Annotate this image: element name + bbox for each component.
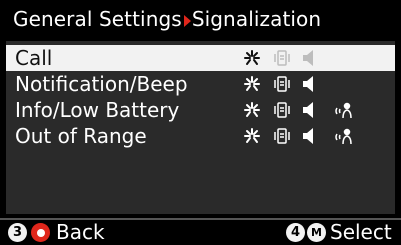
- list-item-label: Out of Range: [15, 124, 147, 148]
- voice-announcement-icon: [334, 100, 354, 120]
- light-flash-icon: [242, 74, 262, 94]
- vibration-icon: [272, 74, 292, 94]
- list-item-call[interactable]: Call: [6, 45, 395, 71]
- light-flash-icon: [242, 126, 262, 146]
- light-flash-icon: [242, 48, 262, 68]
- settings-list: Call Notification/Beep Info/Low Battery …: [6, 41, 395, 214]
- list-item-out-of-range[interactable]: Out of Range: [6, 123, 395, 149]
- speaker-icon: [300, 48, 320, 68]
- light-flash-icon: [242, 100, 262, 120]
- vibration-icon: [272, 126, 292, 146]
- breadcrumb-separator-icon: [183, 14, 191, 27]
- speaker-icon: [300, 74, 320, 94]
- title-bar: General Settings Signalization: [0, 0, 401, 38]
- speaker-icon: [300, 100, 320, 120]
- softkey-bar: 3 Back 4 M Select: [0, 218, 401, 245]
- list-item-label: Call: [15, 46, 53, 70]
- key-3-icon: 3: [8, 223, 27, 242]
- breadcrumb: General Settings Signalization: [13, 7, 321, 31]
- breadcrumb-current: Signalization: [191, 7, 322, 31]
- menu-key-icon: M: [307, 223, 326, 242]
- speaker-icon: [300, 126, 320, 146]
- list-item-notification-beep[interactable]: Notification/Beep: [6, 71, 395, 97]
- list-item-label: Notification/Beep: [15, 72, 188, 96]
- back-button[interactable]: Back: [56, 220, 105, 244]
- list-item-info-low-battery[interactable]: Info/Low Battery: [6, 97, 395, 123]
- voice-announcement-icon: [334, 126, 354, 146]
- vibration-icon: [272, 48, 292, 68]
- select-button[interactable]: Select: [330, 220, 392, 244]
- list-item-label: Info/Low Battery: [15, 98, 180, 122]
- breadcrumb-parent: General Settings: [13, 7, 182, 31]
- key-4-icon: 4: [286, 223, 305, 242]
- vibration-icon: [272, 100, 292, 120]
- back-key-icon: [31, 223, 50, 242]
